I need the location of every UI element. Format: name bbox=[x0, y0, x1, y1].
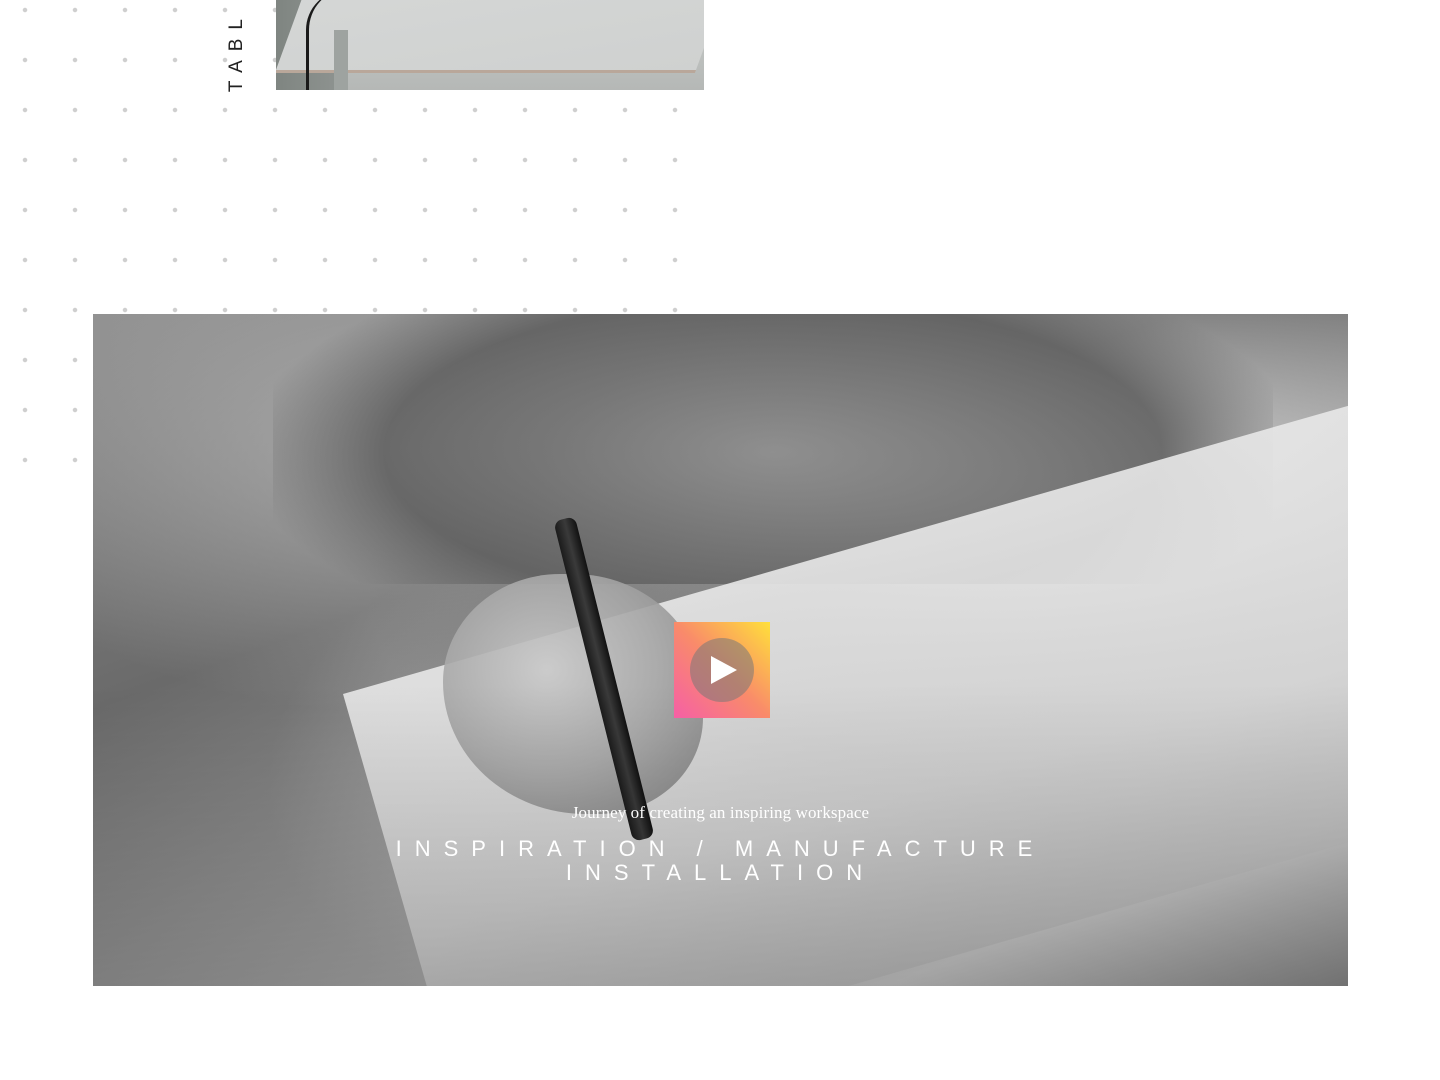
hero-headline-line-2: INSTALLATION bbox=[565, 860, 876, 885]
play-button-circle bbox=[690, 638, 754, 702]
hero-headline-line-1: INSPIRATION / MANUFACTURE bbox=[395, 836, 1046, 861]
play-icon bbox=[711, 656, 737, 684]
hero-subtitle: Journey of creating an inspiring workspa… bbox=[571, 803, 870, 822]
video-hero[interactable]: Journey of creating an inspiring workspa… bbox=[93, 314, 1348, 986]
hero-headline: INSPIRATION / MANUFACTURE INSTALLATION bbox=[93, 837, 1348, 885]
play-video-button[interactable] bbox=[674, 622, 770, 718]
vertical-label-text: TABL bbox=[226, 9, 247, 92]
image-cable bbox=[306, 0, 349, 90]
vertical-section-label: TABL bbox=[226, 0, 248, 92]
table-product-image bbox=[276, 0, 704, 90]
